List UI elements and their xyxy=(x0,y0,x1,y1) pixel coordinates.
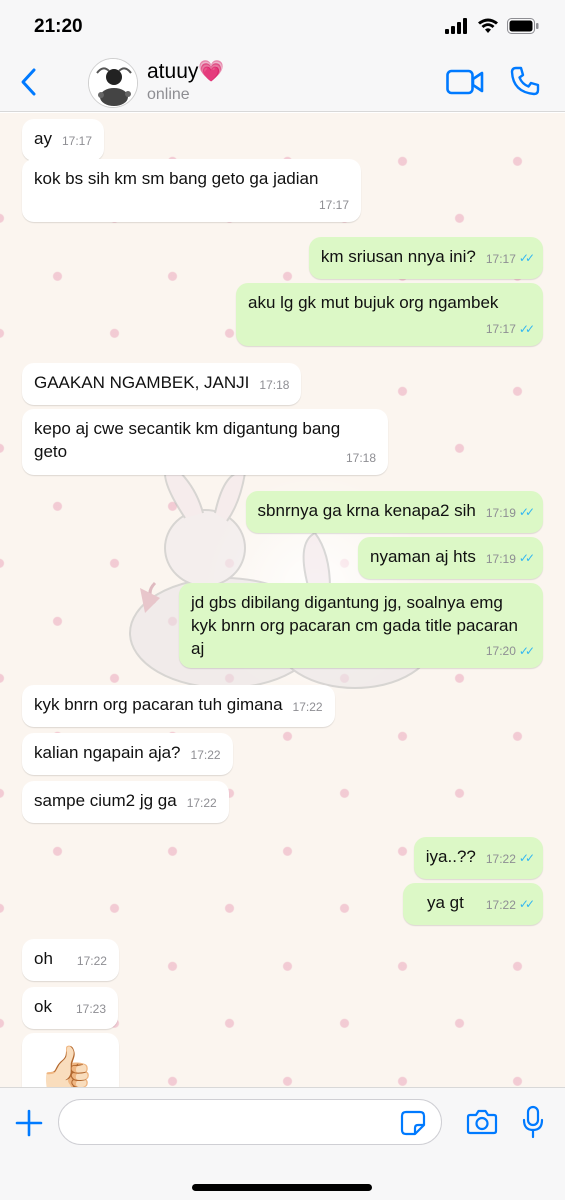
read-receipt-icon: ✓✓ xyxy=(518,251,535,265)
message-time: 17:18 xyxy=(259,378,290,392)
wifi-icon xyxy=(478,18,498,33)
message-text: kalian ngapain aja? xyxy=(34,743,181,762)
message-out[interactable]: km sriusan nnya ini? 17:17 ✓✓ xyxy=(308,237,543,279)
microphone-icon[interactable] xyxy=(522,1105,544,1139)
message-in[interactable]: kalian ngapain aja? 17:22 xyxy=(22,733,233,775)
message-input[interactable] xyxy=(58,1099,442,1145)
message-in[interactable]: ok 17:23 xyxy=(22,987,118,1029)
back-chevron-icon[interactable] xyxy=(18,66,40,98)
message-out[interactable]: iya..?? 17:22 ✓✓ xyxy=(413,837,543,879)
message-text: kyk bnrn org pacaran tuh gimana xyxy=(34,695,283,714)
read-receipt-icon: ✓✓ xyxy=(518,551,535,565)
message-time: 17:17 xyxy=(318,198,349,212)
chat-area[interactable]: ay 17:17 kok bs sih km sm bang geto ga ja… xyxy=(0,113,565,1087)
thumbs-up-emoji: 👍🏻 xyxy=(38,1043,96,1087)
message-text: ya gt xyxy=(427,893,464,912)
message-text: jd gbs dibilang digantung jg, soalnya em… xyxy=(191,593,518,658)
message-time: 17:22 xyxy=(485,852,516,866)
read-receipt-icon: ✓✓ xyxy=(518,851,535,865)
plus-icon[interactable] xyxy=(14,1108,44,1138)
contact-status: online xyxy=(147,86,190,103)
message-time: 17:17 xyxy=(61,134,92,148)
message-text: sbnrnya ga krna kenapa2 sih xyxy=(257,501,476,520)
message-in[interactable]: GAAKAN NGAMBEK, JANJI 17:18 xyxy=(22,363,302,405)
phone-call-icon[interactable] xyxy=(510,66,540,96)
message-time: 17:20 ✓✓ xyxy=(485,644,535,658)
status-bar: 21:20 xyxy=(0,0,565,52)
sticker-icon[interactable] xyxy=(400,1110,426,1136)
read-receipt-icon: ✓✓ xyxy=(518,897,535,911)
message-time: 17:19 xyxy=(485,506,516,520)
contact-name[interactable]: atuuy💗 xyxy=(147,60,225,84)
message-in-emoji[interactable]: 👍🏻 xyxy=(22,1033,119,1087)
message-out[interactable]: aku lg gk mut bujuk org ngambek 17:17 ✓✓ xyxy=(236,283,543,346)
message-out[interactable]: jd gbs dibilang digantung jg, soalnya em… xyxy=(179,583,543,668)
message-time: 17:22 xyxy=(186,796,217,810)
message-time: 17:17 ✓✓ xyxy=(485,322,535,336)
message-out[interactable]: sbnrnya ga krna kenapa2 sih 17:19 ✓✓ xyxy=(245,491,543,533)
status-time: 21:20 xyxy=(34,16,83,37)
message-time: 17:22 xyxy=(292,700,323,714)
avatar-illustration-icon xyxy=(89,59,137,107)
message-text: nyaman aj hts xyxy=(370,547,476,566)
message-time: 17:22 xyxy=(485,898,516,912)
message-time: 17:22 xyxy=(76,954,107,968)
message-text: GAAKAN NGAMBEK, JANJI xyxy=(34,373,250,392)
message-out[interactable]: nyaman aj hts 17:19 ✓✓ xyxy=(358,537,543,579)
read-receipt-icon: ✓✓ xyxy=(518,505,535,519)
message-in[interactable]: kok bs sih km sm bang geto ga jadian 17:… xyxy=(22,159,361,222)
message-text: kok bs sih km sm bang geto ga jadian xyxy=(34,169,319,188)
message-text: kepo aj cwe secantik km digantung bang g… xyxy=(34,419,341,461)
message-text: km sriusan nnya ini? xyxy=(320,247,476,266)
status-icons xyxy=(445,18,539,34)
battery-icon xyxy=(507,18,539,34)
message-time: 17:23 xyxy=(75,1002,106,1016)
message-text: aku lg gk mut bujuk org ngambek xyxy=(248,293,499,312)
message-time: 17:19 xyxy=(485,552,516,566)
video-call-icon[interactable] xyxy=(446,68,484,96)
home-indicator xyxy=(192,1184,372,1191)
message-time: 17:22 xyxy=(190,748,221,762)
message-text: ok xyxy=(34,997,52,1016)
message-in[interactable]: oh 17:22 xyxy=(22,939,119,981)
message-in[interactable]: sampe cium2 jg ga 17:22 xyxy=(22,781,229,823)
message-time: 17:17 xyxy=(485,252,516,266)
message-out[interactable]: ya gt 17:22 ✓✓ xyxy=(403,883,543,925)
contact-avatar[interactable] xyxy=(88,58,138,108)
message-in[interactable]: ay 17:17 xyxy=(22,119,104,161)
message-text: iya..?? xyxy=(425,847,476,866)
message-text: sampe cium2 jg ga xyxy=(34,791,177,810)
read-receipt-icon: ✓✓ xyxy=(518,322,535,336)
message-time: 17:18 xyxy=(345,451,376,465)
message-input-bar xyxy=(0,1087,565,1200)
message-in[interactable]: kyk bnrn org pacaran tuh gimana 17:22 xyxy=(22,685,335,727)
cellular-signal-icon xyxy=(445,18,467,34)
read-receipt-icon: ✓✓ xyxy=(518,644,535,658)
message-text: oh xyxy=(34,949,53,968)
camera-icon[interactable] xyxy=(466,1108,498,1136)
message-text: ay xyxy=(34,129,52,148)
chat-header: atuuy💗 online xyxy=(0,52,565,112)
message-in[interactable]: kepo aj cwe secantik km digantung bang g… xyxy=(22,409,388,475)
